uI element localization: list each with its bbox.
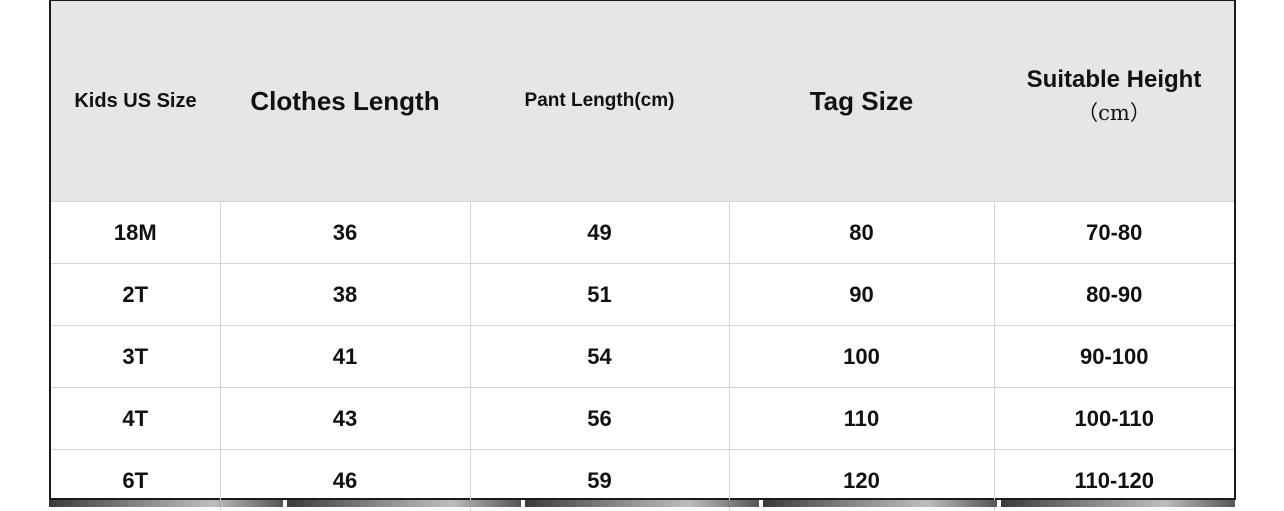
cell-suitable-height: 80-90 bbox=[994, 264, 1234, 326]
header-suitable-height-unit: （cm） bbox=[994, 97, 1234, 127]
product-photo-thumb bbox=[763, 500, 997, 507]
size-chart: Kids US Size Clothes Length Pant Length(… bbox=[49, 0, 1236, 500]
cell-pant-length: 51 bbox=[470, 264, 729, 326]
cell-size: 18M bbox=[51, 202, 220, 264]
cell-clothes-length: 36 bbox=[220, 202, 470, 264]
product-photo-thumb bbox=[49, 500, 283, 507]
header-suitable-height-label: Suitable Height bbox=[1027, 66, 1202, 93]
cell-pant-length: 56 bbox=[470, 388, 729, 450]
cell-suitable-height: 70-80 bbox=[994, 202, 1234, 264]
product-photo-strip bbox=[49, 500, 1235, 507]
cell-suitable-height: 100-110 bbox=[994, 388, 1234, 450]
header-kids-us-size: Kids US Size bbox=[51, 1, 220, 202]
cell-tag-size: 90 bbox=[729, 264, 994, 326]
cell-clothes-length: 38 bbox=[220, 264, 470, 326]
table-row: 2T 38 51 90 80-90 bbox=[51, 264, 1234, 326]
cell-size: 4T bbox=[51, 388, 220, 450]
header-clothes-length: Clothes Length bbox=[220, 1, 470, 202]
header-tag-size-label: Tag Size bbox=[810, 86, 914, 116]
cell-suitable-height: 90-100 bbox=[994, 326, 1234, 388]
product-photo-thumb bbox=[525, 500, 759, 507]
product-photo-thumb bbox=[287, 500, 521, 507]
header-clothes-length-label: Clothes Length bbox=[250, 86, 439, 116]
cell-size: 3T bbox=[51, 326, 220, 388]
cell-clothes-length: 41 bbox=[220, 326, 470, 388]
header-suitable-height: Suitable Height （cm） bbox=[994, 1, 1234, 202]
cell-clothes-length: 43 bbox=[220, 388, 470, 450]
size-table: Kids US Size Clothes Length Pant Length(… bbox=[51, 1, 1234, 511]
cell-tag-size: 80 bbox=[729, 202, 994, 264]
cell-pant-length: 54 bbox=[470, 326, 729, 388]
header-row: Kids US Size Clothes Length Pant Length(… bbox=[51, 1, 1234, 202]
table-row: 18M 36 49 80 70-80 bbox=[51, 202, 1234, 264]
cell-size: 2T bbox=[51, 264, 220, 326]
header-kids-us-size-label: Kids US Size bbox=[74, 90, 196, 112]
table-row: 4T 43 56 110 100-110 bbox=[51, 388, 1234, 450]
product-photo-thumb bbox=[1001, 500, 1235, 507]
table-row: 3T 41 54 100 90-100 bbox=[51, 326, 1234, 388]
header-tag-size: Tag Size bbox=[729, 1, 994, 202]
header-pant-length-label: Pant Length(cm) bbox=[525, 90, 675, 111]
cell-tag-size: 110 bbox=[729, 388, 994, 450]
header-pant-length: Pant Length(cm) bbox=[470, 1, 729, 202]
cell-tag-size: 100 bbox=[729, 326, 994, 388]
cell-pant-length: 49 bbox=[470, 202, 729, 264]
